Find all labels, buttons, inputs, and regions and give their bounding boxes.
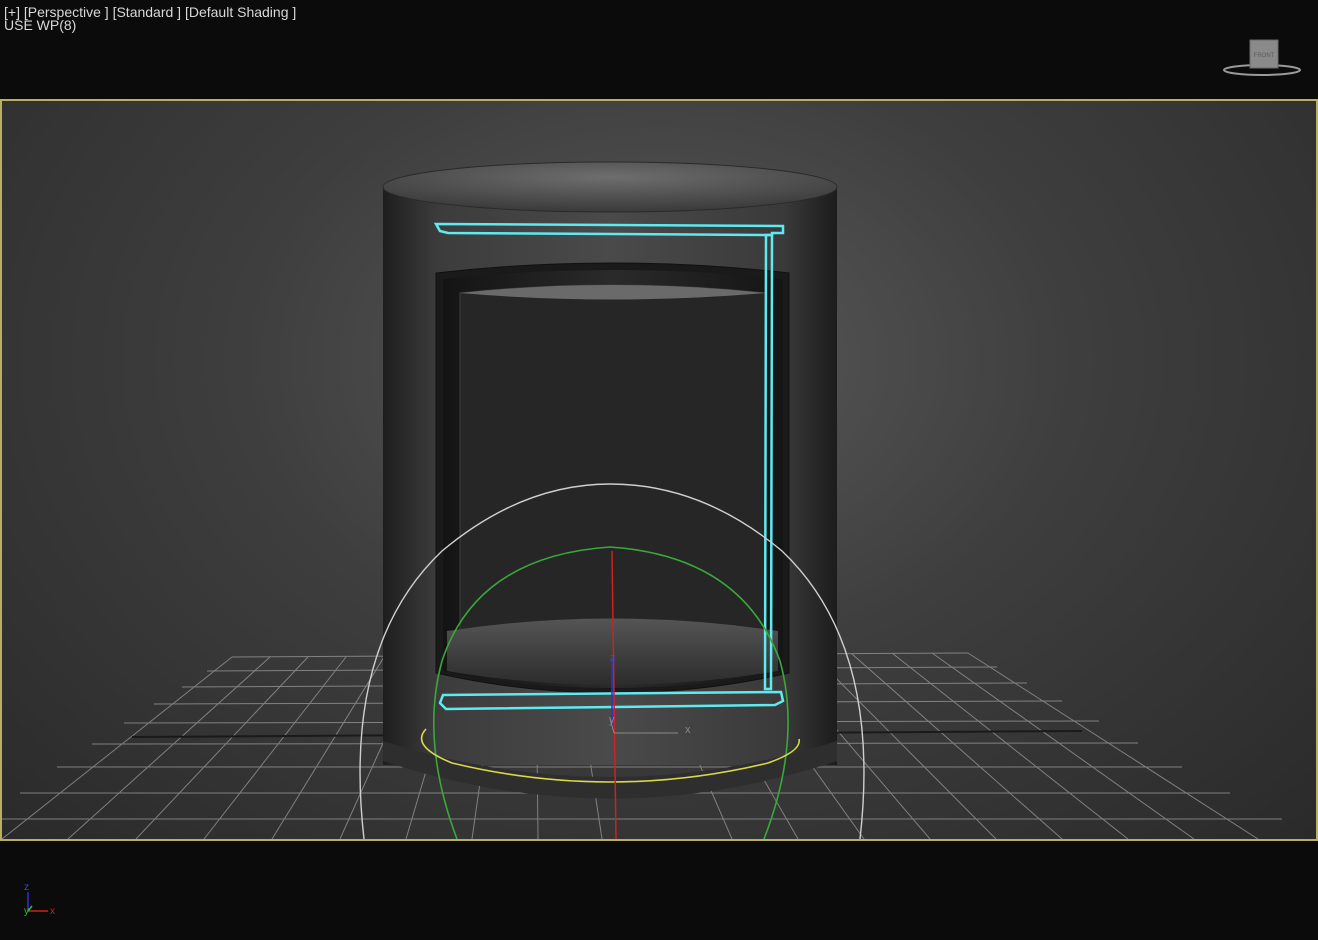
tripod-x-label: x <box>50 906 55 917</box>
cylinder-top-cap <box>382 161 838 213</box>
viewport-renderer-menu[interactable]: [Standard ] <box>113 4 182 20</box>
perspective-viewport[interactable]: z y x <box>0 99 1318 841</box>
viewcube[interactable]: FRONT <box>1220 38 1304 80</box>
gizmo-y-label: y <box>609 714 615 726</box>
viewport-status-text: USE WP(8) <box>4 17 77 33</box>
axis-tripod: z y x <box>18 878 68 923</box>
viewcube-face-label: FRONT <box>1254 53 1275 59</box>
cylinder-object[interactable] <box>382 161 838 799</box>
viewport-shading-menu[interactable]: [Default Shading ] <box>185 4 296 20</box>
gizmo-x-label: x <box>685 724 691 736</box>
tripod-y-label: y <box>24 906 29 917</box>
viewport-label: [+] [Perspective ] [Standard ] [Default … <box>4 4 296 33</box>
gizmo-z-label: z <box>610 652 616 664</box>
tripod-z-label: z <box>24 882 29 893</box>
